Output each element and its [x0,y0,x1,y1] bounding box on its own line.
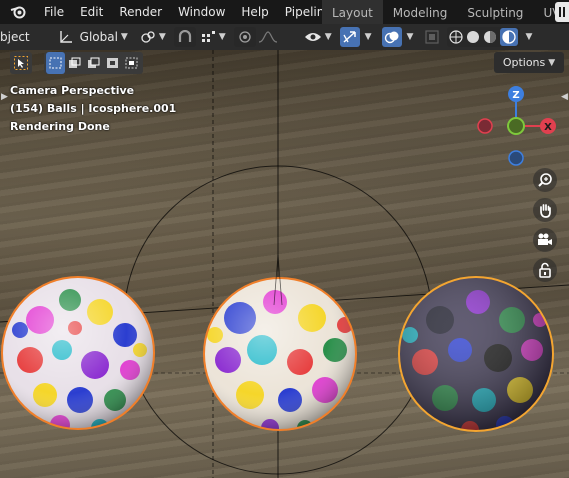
ball-right[interactable] [399,277,553,439]
snap-icon [177,30,193,44]
shading-options[interactable]: ▼ [522,27,532,47]
falloff-curve-icon [258,30,278,44]
xray-icon [425,30,440,44]
3d-viewport[interactable]: Options ▼ ▶ ◀ Camera Perspective (154) B… [0,50,569,478]
menu-window[interactable]: Window [170,0,233,24]
visibility-select[interactable]: ▼ [304,27,332,47]
gizmo-options[interactable]: ▼ [362,27,372,47]
select-tools [10,52,143,74]
mode-difference-button[interactable] [103,52,122,74]
object-mode-label[interactable]: bject [0,30,30,44]
chevron-down-icon: ▼ [218,32,226,42]
shading-material-icon[interactable] [483,30,497,44]
snap-target-select[interactable]: ▼ [200,27,226,47]
menu-file[interactable]: File [36,0,72,24]
mode-subtract-button[interactable] [84,52,103,74]
proportional-edit-toggle[interactable] [233,27,256,47]
shading-mode-group [447,27,521,47]
shading-rendered-icon[interactable] [500,28,519,46]
chevron-down-icon: ▼ [324,32,332,42]
toolbar-expand-arrow[interactable]: ▶ [1,92,8,102]
snap-grid-icon [200,30,216,44]
render-status-label: Rendering Done [10,120,110,133]
gizmo-x-label: X [544,122,552,133]
shading-solid-icon[interactable] [466,30,480,44]
lock-icon [538,262,552,278]
options-label: Options [502,56,546,69]
lock-view-button[interactable] [533,258,557,282]
selection-mode-group [44,52,143,74]
navigation-gizmo[interactable]: Z X [472,82,562,172]
hand-icon [537,202,553,218]
pause-render-button[interactable] [555,2,569,22]
top-menu-bar: File Edit Render Window Help Pipeline La… [0,0,569,24]
blender-logo-icon[interactable] [0,0,36,24]
pivot-point-select[interactable]: ▼ [140,27,166,47]
camera-view-button[interactable] [533,228,557,252]
gizmo-neg-x-axis[interactable] [477,118,493,134]
tab-sculpting[interactable]: Sculpting [457,0,533,24]
pivot-icon [140,30,156,44]
orientation-icon [58,30,74,44]
chevron-down-icon: ▼ [406,32,414,42]
object-info-label: (154) Balls | Icosphere.001 [10,102,177,115]
viewport-header: bject Global ▼ ▼ ▼ ▼ ▼ ▼ ▼ [0,24,569,50]
snap-toggle[interactable] [173,27,196,47]
gizmo-icon [342,30,358,44]
overlay-toggle[interactable] [381,27,402,47]
chevron-down-icon: ▼ [525,32,533,42]
menu-edit[interactable]: Edit [72,0,111,24]
mode-intersect-button[interactable] [122,52,141,74]
menu-help[interactable]: Help [233,0,276,24]
gizmo-toggle[interactable] [339,27,360,47]
options-dropdown[interactable]: Options ▼ [494,52,564,73]
xray-toggle[interactable] [425,27,440,47]
gizmo-y-axis[interactable] [507,117,525,135]
mode-set-button[interactable] [46,52,65,74]
zoom-button[interactable] [533,168,557,192]
chevron-down-icon: ▼ [548,57,556,68]
workspace-tabs: Layout Modeling Sculpting UV Editi [322,0,569,24]
ball-center[interactable] [204,278,356,437]
mode-extend-button[interactable] [65,52,84,74]
overlay-icon [384,30,400,44]
chevron-down-icon: ▼ [158,32,166,42]
tab-modeling[interactable]: Modeling [383,0,458,24]
gizmo-neg-z-axis[interactable] [508,150,524,166]
tab-layout[interactable]: Layout [322,0,383,24]
falloff-select[interactable] [258,27,278,47]
select-tool-button[interactable] [10,52,32,74]
ball-left[interactable] [2,277,154,437]
zoom-icon [537,172,553,188]
chevron-down-icon: ▼ [364,32,372,42]
overlay-options[interactable]: ▼ [404,27,414,47]
visibility-icon [304,30,322,44]
chevron-down-icon: ▼ [120,32,128,42]
transform-orientation-select[interactable]: Global ▼ [58,27,128,47]
camera-icon [536,232,554,248]
proportional-icon [237,30,253,44]
shading-wireframe-icon[interactable] [449,30,464,44]
orientation-value: Global [79,30,118,44]
cursor-icon [14,56,28,70]
sidebar-expand-arrow[interactable]: ◀ [561,92,568,102]
menu-render[interactable]: Render [111,0,170,24]
view-name-label: Camera Perspective [10,84,135,97]
pan-button[interactable] [533,198,557,222]
gizmo-z-label: Z [512,90,519,101]
